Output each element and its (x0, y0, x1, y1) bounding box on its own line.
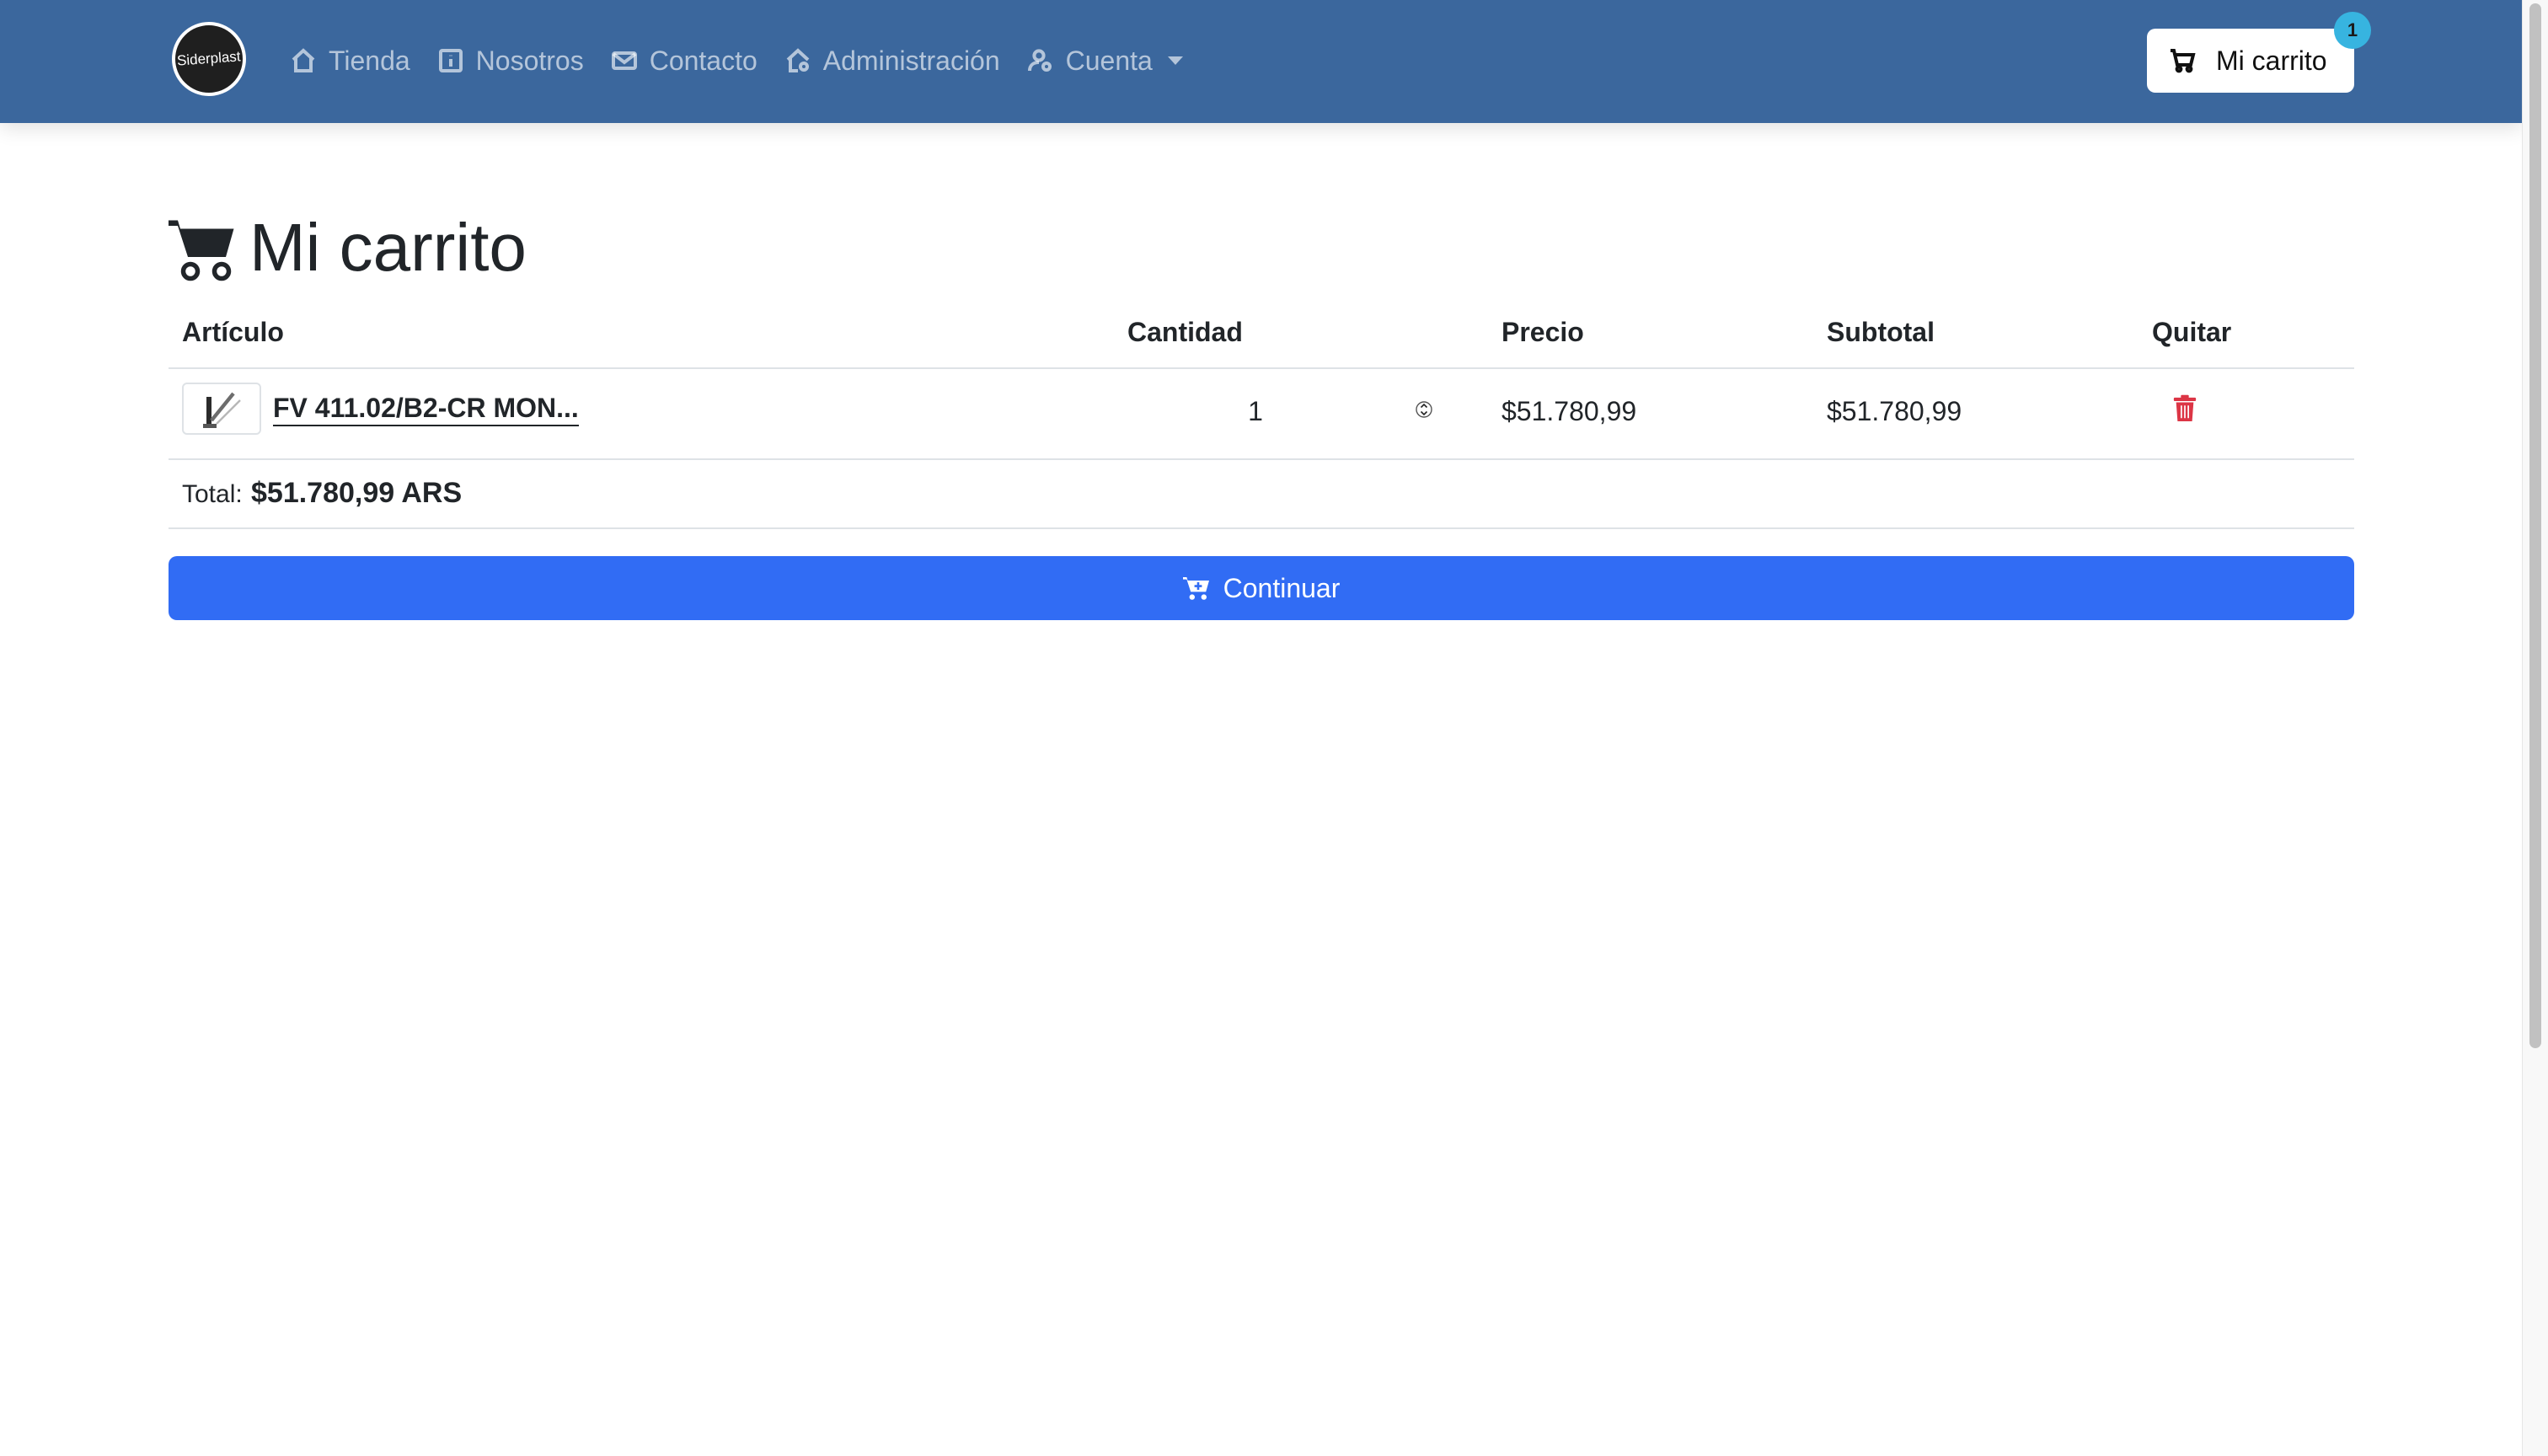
nav-link-nosotros[interactable]: Nosotros (437, 46, 584, 77)
nav-link-label: Nosotros (475, 45, 584, 76)
page-title: Mi carrito (169, 207, 527, 288)
nav-link-administracion[interactable]: Administración (784, 46, 1000, 77)
scrollbar-thumb[interactable] (2529, 3, 2541, 1048)
quantity-input[interactable]: 1 (1146, 384, 1432, 438)
nav-link-label: Administración (822, 45, 1000, 76)
chevron-down-icon (1167, 56, 1183, 65)
price-cell: $51.780,99 (1502, 396, 1637, 426)
brand-logo-text: Siderplast (176, 48, 242, 69)
cart-table-header: Artículo Cantidad Precio Subtotal Quitar (169, 308, 2354, 369)
nav-links: Tienda Nosotros Contacto Administración … (290, 39, 1210, 83)
cart-button-label: Mi carrito (2216, 45, 2327, 76)
total-label: Total: (182, 480, 243, 508)
nav-link-tienda[interactable]: Tienda (290, 46, 410, 77)
info-square-icon (438, 49, 463, 72)
page-title-text: Mi carrito (249, 210, 527, 285)
cart-button[interactable]: Mi carrito (2147, 29, 2354, 93)
page: Siderplast Tienda Nosotros Contacto Admi… (0, 0, 2523, 1456)
subtotal-cell: $51.780,99 (1827, 396, 1962, 426)
header-quitar: Quitar (2152, 317, 2232, 347)
nav-link-label: Cuenta (1065, 45, 1153, 76)
house-gear-icon (786, 48, 810, 72)
quantity-value: 1 (1248, 395, 1263, 426)
continue-button-label: Continuar (1223, 572, 1341, 603)
house-icon (292, 48, 315, 72)
navbar: Siderplast Tienda Nosotros Contacto Admi… (0, 0, 2523, 123)
trash-icon[interactable] (2172, 394, 2197, 423)
nav-link-label: Tienda (329, 45, 410, 76)
total-value: $51.780,99 ARS (251, 477, 463, 509)
cart-icon (2171, 49, 2196, 73)
nav-link-cuenta[interactable]: Cuenta (1027, 46, 1183, 77)
header-articulo: Artículo (182, 317, 284, 347)
person-gear-icon (1027, 49, 1052, 72)
envelope-icon (611, 51, 637, 70)
header-subtotal: Subtotal (1827, 317, 1935, 347)
table-row: FV 411.02/B2-CR MON... 1 $51.780,99 $51.… (169, 367, 2354, 460)
product-thumbnail[interactable] (182, 383, 261, 435)
brand-logo[interactable]: Siderplast (172, 22, 246, 96)
cart-fill-icon (169, 220, 234, 281)
nav-link-contacto[interactable]: Contacto (611, 46, 757, 77)
quantity-stepper-icon[interactable] (1416, 396, 1432, 423)
cart-plus-icon (1182, 577, 1209, 600)
vertical-scrollbar[interactable] (2522, 0, 2548, 1456)
header-cantidad: Cantidad (1127, 317, 1243, 347)
continue-button[interactable]: Continuar (169, 556, 2354, 620)
total-row: Total: $51.780,99 ARS (169, 458, 2354, 529)
faucet-image-icon (203, 392, 241, 428)
header-precio: Precio (1502, 317, 1584, 347)
cart-count-badge: 1 (2334, 12, 2371, 49)
nav-link-label: Contacto (649, 45, 757, 76)
product-name-link[interactable]: FV 411.02/B2-CR MON... (273, 391, 579, 426)
